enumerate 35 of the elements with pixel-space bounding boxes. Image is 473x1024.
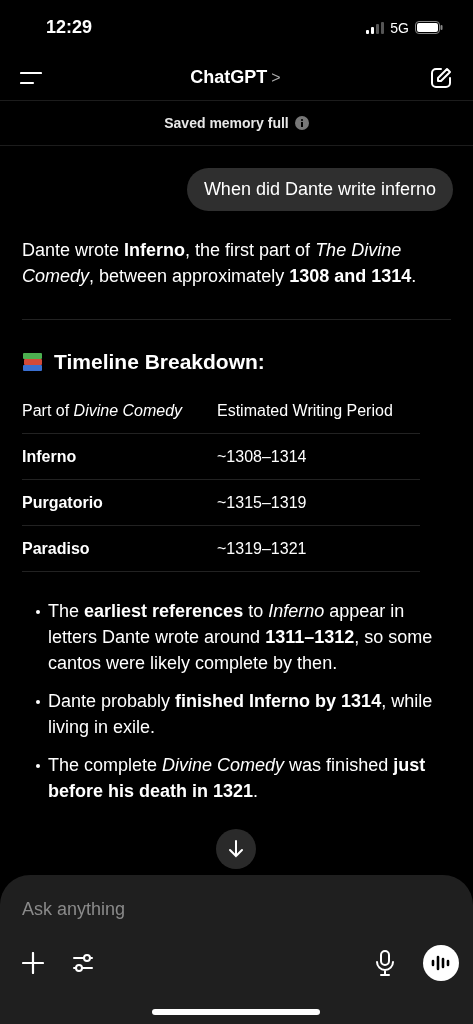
- table-cell-text: ~1308–1314: [217, 447, 308, 466]
- bullet-dot: [36, 764, 40, 768]
- bullet-dot: [36, 610, 40, 614]
- scroll-down-button[interactable]: [216, 829, 256, 869]
- info-icon[interactable]: [294, 116, 309, 130]
- table-cell-text: ~1319–1321: [217, 539, 308, 558]
- status-time: 12:29: [46, 17, 93, 38]
- bullet-text: Dante probably finished Inferno by 1314, while living in exile.: [48, 690, 434, 739]
- bullet-text: The complete Divine Comedy was finished just before his death in 1321.: [48, 754, 427, 803]
- battery-icon: [415, 21, 443, 34]
- arrow-down-icon: [228, 840, 244, 858]
- voice-mode-button[interactable]: [423, 945, 459, 981]
- column-header: Part of Divine Comedy: [22, 401, 184, 420]
- table-cell-text: Purgatorio: [22, 493, 104, 512]
- bullet-dot: [36, 700, 40, 704]
- microphone-button[interactable]: [375, 950, 395, 976]
- waveform-icon: [431, 955, 451, 971]
- model-title[interactable]: ChatGPT >: [190, 67, 281, 88]
- message-input[interactable]: Ask anything: [22, 897, 402, 921]
- column-header: Estimated Writing Period: [217, 401, 394, 420]
- network-label: 5G: [390, 19, 409, 36]
- new-chat-button[interactable]: [429, 65, 453, 90]
- user-message: When did Dante write inferno: [186, 168, 453, 211]
- settings-button[interactable]: [72, 951, 96, 975]
- table-cell-text: Inferno: [22, 447, 78, 466]
- answer-paragraph: Dante wrote Inferno, the first part of The Divine Comedy, between approximately 1308 and 1314.: [22, 239, 418, 288]
- table-cell-text: ~1315–1319: [217, 493, 308, 512]
- bullet-text: The earliest references to Inferno appear in letters Dante wrote around 1311–1312, so some cantos were likely complete by then.: [48, 600, 434, 675]
- memory-banner-text: Saved memory full: [164, 115, 289, 131]
- signal-icon: [366, 21, 385, 34]
- section-heading: Timeline Breakdown:: [54, 350, 265, 374]
- table-cell-text: Paradiso: [22, 539, 91, 558]
- menu-button[interactable]: [20, 70, 42, 85]
- books-icon: [22, 351, 44, 373]
- add-button[interactable]: [22, 952, 44, 974]
